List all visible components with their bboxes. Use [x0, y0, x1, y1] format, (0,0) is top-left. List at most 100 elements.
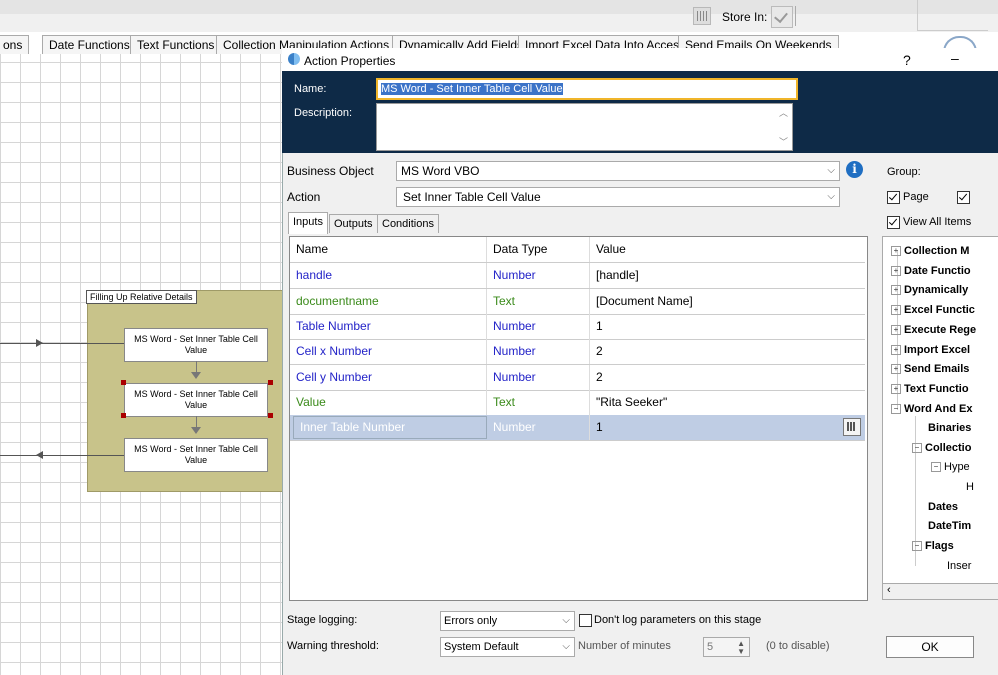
tree-node[interactable]: Inser [947, 560, 971, 572]
tree-node[interactable]: − Hype [931, 461, 970, 473]
business-object-select[interactable]: MS Word VBO ⌵ [396, 161, 840, 181]
table-row[interactable]: Cell x Number Number 2 [290, 339, 865, 365]
selection-handle[interactable] [268, 413, 273, 418]
divider [795, 6, 796, 26]
collapse-icon[interactable]: − [931, 462, 941, 472]
tree-node-label: Dates [928, 501, 958, 513]
page-checkbox[interactable] [887, 191, 900, 204]
grid-header-row: Name Data Type Value [290, 237, 865, 263]
expand-icon[interactable]: + [891, 364, 901, 374]
param-type: Number [487, 263, 590, 288]
tree-node[interactable]: Dates [928, 501, 958, 513]
param-type: Number [487, 365, 590, 390]
dont-log-checkbox[interactable] [579, 614, 592, 627]
name-input[interactable]: MS Word - Set Inner Table Cell Value [376, 78, 798, 100]
arrow-left-icon [36, 451, 43, 459]
warning-threshold-select[interactable]: System Default ⌵ [440, 637, 575, 657]
tree-node[interactable]: + Collection M [891, 245, 969, 257]
arrow-down-icon [191, 372, 201, 379]
minimize-button[interactable]: – [951, 50, 959, 66]
scroll-down-icon[interactable]: ﹀ [779, 135, 788, 148]
selection-handle[interactable] [268, 380, 273, 385]
info-icon[interactable]: i [846, 161, 863, 178]
param-value[interactable]: "Rita Seeker" [590, 390, 866, 415]
tree-node-label: Import Excel [904, 344, 971, 356]
help-button[interactable]: ? [903, 52, 911, 68]
param-name: documentname [290, 289, 487, 314]
expand-icon[interactable]: + [891, 266, 901, 276]
selection-handle[interactable] [121, 380, 126, 385]
header-data-type[interactable]: Data Type [487, 237, 590, 262]
expand-icon[interactable]: + [891, 246, 901, 256]
param-value[interactable]: 2 [590, 339, 866, 364]
tab-inputs[interactable]: Inputs [288, 212, 328, 234]
page-tab-date-functions[interactable]: Date Functions [42, 35, 137, 54]
spinner-arrows-icon[interactable]: ▲ ▼ [737, 640, 745, 656]
param-value[interactable]: [Document Name] [590, 289, 866, 314]
stage-label: MS Word - Set Inner Table Cell Value [134, 444, 258, 465]
param-name: Inner Table Number [293, 416, 487, 439]
stage-logging-select[interactable]: Errors only ⌵ [440, 611, 575, 631]
expression-editor-icon[interactable] [843, 418, 861, 436]
tree-node[interactable]: − Word And Ex [891, 403, 972, 415]
view-all-checkbox[interactable] [887, 216, 900, 229]
expand-icon[interactable]: + [891, 384, 901, 394]
tree-node-label: Date Functio [904, 265, 971, 277]
action-stage[interactable]: MS Word - Set Inner Table Cell Value [124, 328, 268, 362]
param-name: Table Number [290, 314, 487, 339]
table-row[interactable]: Value Text "Rita Seeker" [290, 390, 865, 416]
collapse-icon[interactable]: − [912, 443, 922, 453]
tree-node-label: DateTim [928, 520, 972, 532]
description-input[interactable]: ︿ ﹀ [376, 103, 793, 151]
description-label: Description: [294, 107, 353, 119]
param-value[interactable]: [handle] [590, 263, 866, 288]
tree-node[interactable]: + Import Excel [891, 344, 970, 356]
param-value[interactable]: 1 [590, 314, 866, 339]
expand-icon[interactable]: + [891, 325, 901, 335]
expand-icon[interactable]: + [891, 285, 901, 295]
action-select[interactable]: Set Inner Table Cell Value ⌵ [396, 187, 840, 207]
inputs-grid: Name Data Type Value handle Number [hand… [289, 236, 868, 601]
ok-button[interactable]: OK [886, 636, 974, 658]
action-stage-selected[interactable]: MS Word - Set Inner Table Cell Value [124, 383, 268, 417]
param-value[interactable]: 2 [590, 365, 866, 390]
business-object-label: Business Object [287, 164, 374, 178]
tab-conditions[interactable]: Conditions [377, 214, 439, 233]
tree-node[interactable]: + Excel Functic [891, 304, 975, 316]
tree-node[interactable]: Binaries [928, 422, 971, 434]
selection-handle[interactable] [121, 413, 126, 418]
table-row[interactable]: documentname Text [Document Name] [290, 289, 865, 315]
minutes-spinner[interactable]: 5 ▲ ▼ [703, 637, 750, 657]
tree-node[interactable]: + Text Functio [891, 383, 969, 395]
tree-node[interactable]: + Date Functio [891, 265, 971, 277]
table-row-selected[interactable]: Inner Table Number Number 1 [290, 415, 865, 441]
header-name[interactable]: Name [290, 237, 487, 262]
page-tab-text-functions[interactable]: Text Functions [130, 35, 222, 54]
table-row[interactable]: Table Number Number 1 [290, 314, 865, 340]
grid-icon[interactable] [693, 7, 711, 25]
expand-icon[interactable]: + [891, 345, 901, 355]
page-tab[interactable]: ons [0, 35, 30, 54]
tab-outputs[interactable]: Outputs [329, 214, 378, 233]
block-label[interactable]: Filling Up Relative Details [86, 290, 197, 304]
store-in-checkbox[interactable] [771, 6, 793, 28]
tree-node[interactable]: − Collectio [912, 442, 971, 454]
table-row[interactable]: Cell y Number Number 2 [290, 365, 865, 391]
expand-icon[interactable]: + [891, 305, 901, 315]
collapse-icon[interactable]: − [891, 404, 901, 414]
scroll-left-icon[interactable]: ‹ [887, 584, 891, 596]
tree-node[interactable]: H [966, 481, 974, 493]
tree-node[interactable]: − Flags [912, 540, 954, 552]
tree-node[interactable]: + Execute Rege [891, 324, 976, 336]
scroll-up-icon[interactable]: ︿ [779, 106, 788, 119]
tree-node[interactable]: + Dynamically [891, 284, 968, 296]
tree-node[interactable]: DateTim [928, 520, 971, 532]
tree-node[interactable]: + Send Emails [891, 363, 969, 375]
header-value[interactable]: Value [590, 237, 866, 262]
param-value-input[interactable]: 1 [590, 415, 866, 440]
action-stage[interactable]: MS Word - Set Inner Table Cell Value [124, 438, 268, 472]
collapse-icon[interactable]: − [912, 541, 922, 551]
table-row[interactable]: handle Number [handle] [290, 263, 865, 289]
group-checkbox[interactable] [957, 191, 970, 204]
tree-horizontal-scrollbar[interactable]: ‹ [882, 583, 998, 600]
